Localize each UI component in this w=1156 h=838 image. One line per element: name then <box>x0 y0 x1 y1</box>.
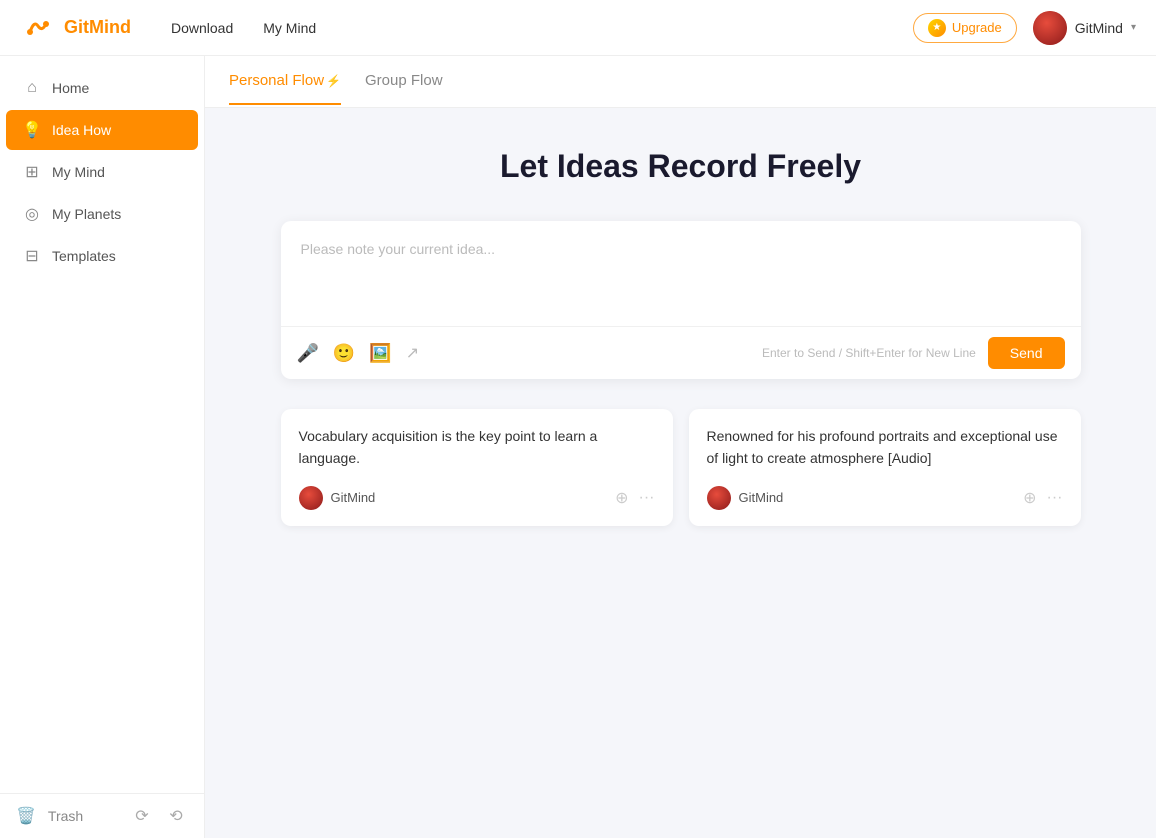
toolbar-icons: 🎤 🙂 🖼️ ↗ <box>297 343 420 364</box>
card-actions: ⊕ ··· <box>615 488 654 508</box>
download-nav-link[interactable]: Download <box>171 20 233 36</box>
sidebar-icon-idea-flow: 💡 <box>22 120 42 140</box>
user-avatar <box>1033 11 1067 45</box>
gitmind-logo-icon <box>20 10 56 46</box>
card-add-button[interactable]: ⊕ <box>615 488 628 508</box>
sidebar-label-idea-flow: Idea How <box>52 122 111 138</box>
idea-textarea[interactable] <box>281 221 1081 321</box>
upgrade-button[interactable]: ★ Upgrade <box>913 13 1017 43</box>
card-add-button[interactable]: ⊕ <box>1023 488 1036 508</box>
sidebar-bottom: 🗑️ Trash ⟳ ⟲ <box>0 793 204 838</box>
sidebar-icon-templates: ⊟ <box>22 246 42 266</box>
sidebar-label-my-planets: My Planets <box>52 206 121 222</box>
idea-card-text: Renowned for his profound portraits and … <box>707 425 1063 470</box>
ideas-grid: Vocabulary acquisition is the key point … <box>281 409 1081 526</box>
sidebar-icon-my-planets: ◎ <box>22 204 42 224</box>
sidebar-label-templates: Templates <box>52 248 116 264</box>
idea-input-toolbar: 🎤 🙂 🖼️ ↗ Enter to Send / Shift+Enter for… <box>281 326 1081 379</box>
card-actions: ⊕ ··· <box>1023 488 1062 508</box>
idea-flow-main: Let Ideas Record Freely 🎤 🙂 🖼️ ↗ Enter t… <box>205 108 1156 838</box>
logo-text: GitMind <box>64 17 131 38</box>
user-menu[interactable]: GitMind ▾ <box>1033 11 1136 45</box>
sidebar-item-home[interactable]: ⌂ Home <box>6 68 198 108</box>
top-navigation: GitMind Download My Mind ★ Upgrade GitMi… <box>0 0 1156 56</box>
logo-area[interactable]: GitMind <box>20 10 131 46</box>
refresh-icon[interactable]: ⟳ <box>130 804 154 828</box>
avatar-image <box>1033 11 1067 45</box>
tab-group-flow[interactable]: Group Flow <box>365 58 443 105</box>
idea-card-idea2: Renowned for his profound portraits and … <box>689 409 1081 526</box>
user-name-label: GitMind <box>1075 20 1123 36</box>
topnav-right: ★ Upgrade GitMind ▾ <box>913 11 1136 45</box>
upgrade-star-icon: ★ <box>928 19 946 37</box>
sidebar-icon-my-mind: ⊞ <box>22 162 42 182</box>
sidebar-nav: ⌂ Home 💡 Idea How ⊞ My Mind ◎ My Planets ⊟ Templa… <box>0 56 204 793</box>
trash-label[interactable]: Trash <box>48 808 118 824</box>
mymind-nav-link[interactable]: My Mind <box>263 20 316 36</box>
sidebar-item-my-mind[interactable]: ⊞ My Mind <box>6 152 198 192</box>
sidebar-item-idea-flow[interactable]: 💡 Idea How <box>6 110 198 150</box>
idea-card-footer: GitMind⊕ ··· <box>299 486 655 510</box>
tab-lightning-icon: ⚡ <box>326 74 341 88</box>
content-area: Personal Flow⚡ Group Flow Let Ideas Recor… <box>205 56 1156 838</box>
sidebar-item-templates[interactable]: ⊟ Templates <box>6 236 198 276</box>
card-username: GitMind <box>331 490 616 505</box>
sidebar-label-home: Home <box>52 80 89 96</box>
chevron-down-icon: ▾ <box>1131 22 1136 33</box>
sidebar-label-my-mind: My Mind <box>52 164 105 180</box>
sidebar: ⌂ Home 💡 Idea How ⊞ My Mind ◎ My Planets ⊟ Templa… <box>0 56 205 838</box>
idea-card-text: Vocabulary acquisition is the key point … <box>299 425 655 470</box>
idea-card-idea1: Vocabulary acquisition is the key point … <box>281 409 673 526</box>
card-more-button[interactable]: ··· <box>1047 489 1063 507</box>
tab-personal-flow[interactable]: Personal Flow⚡ <box>229 58 341 105</box>
sidebar-bottom-icons: ⟳ ⟲ <box>130 804 188 828</box>
idea-card-footer: GitMind⊕ ··· <box>707 486 1063 510</box>
link-icon[interactable]: ↗ <box>406 343 419 364</box>
trash-icon: 🗑️ <box>16 806 36 826</box>
emoji-icon[interactable]: 🙂 <box>333 343 355 364</box>
card-avatar <box>299 486 323 510</box>
sync-icon[interactable]: ⟲ <box>164 804 188 828</box>
sidebar-item-my-planets[interactable]: ◎ My Planets <box>6 194 198 234</box>
card-username: GitMind <box>739 490 1024 505</box>
card-more-button[interactable]: ··· <box>639 489 655 507</box>
microphone-icon[interactable]: 🎤 <box>297 343 319 364</box>
sidebar-icon-home: ⌂ <box>22 78 42 98</box>
send-button[interactable]: Send <box>988 337 1065 369</box>
page-title: Let Ideas Record Freely <box>225 148 1136 185</box>
send-hint: Enter to Send / Shift+Enter for New Line <box>762 346 976 360</box>
card-avatar <box>707 486 731 510</box>
tabs-bar: Personal Flow⚡ Group Flow <box>205 56 1156 108</box>
image-icon[interactable]: 🖼️ <box>369 343 391 364</box>
main-layout: ⌂ Home 💡 Idea How ⊞ My Mind ◎ My Planets ⊟ Templa… <box>0 56 1156 838</box>
idea-input-card: 🎤 🙂 🖼️ ↗ Enter to Send / Shift+Enter for… <box>281 221 1081 379</box>
